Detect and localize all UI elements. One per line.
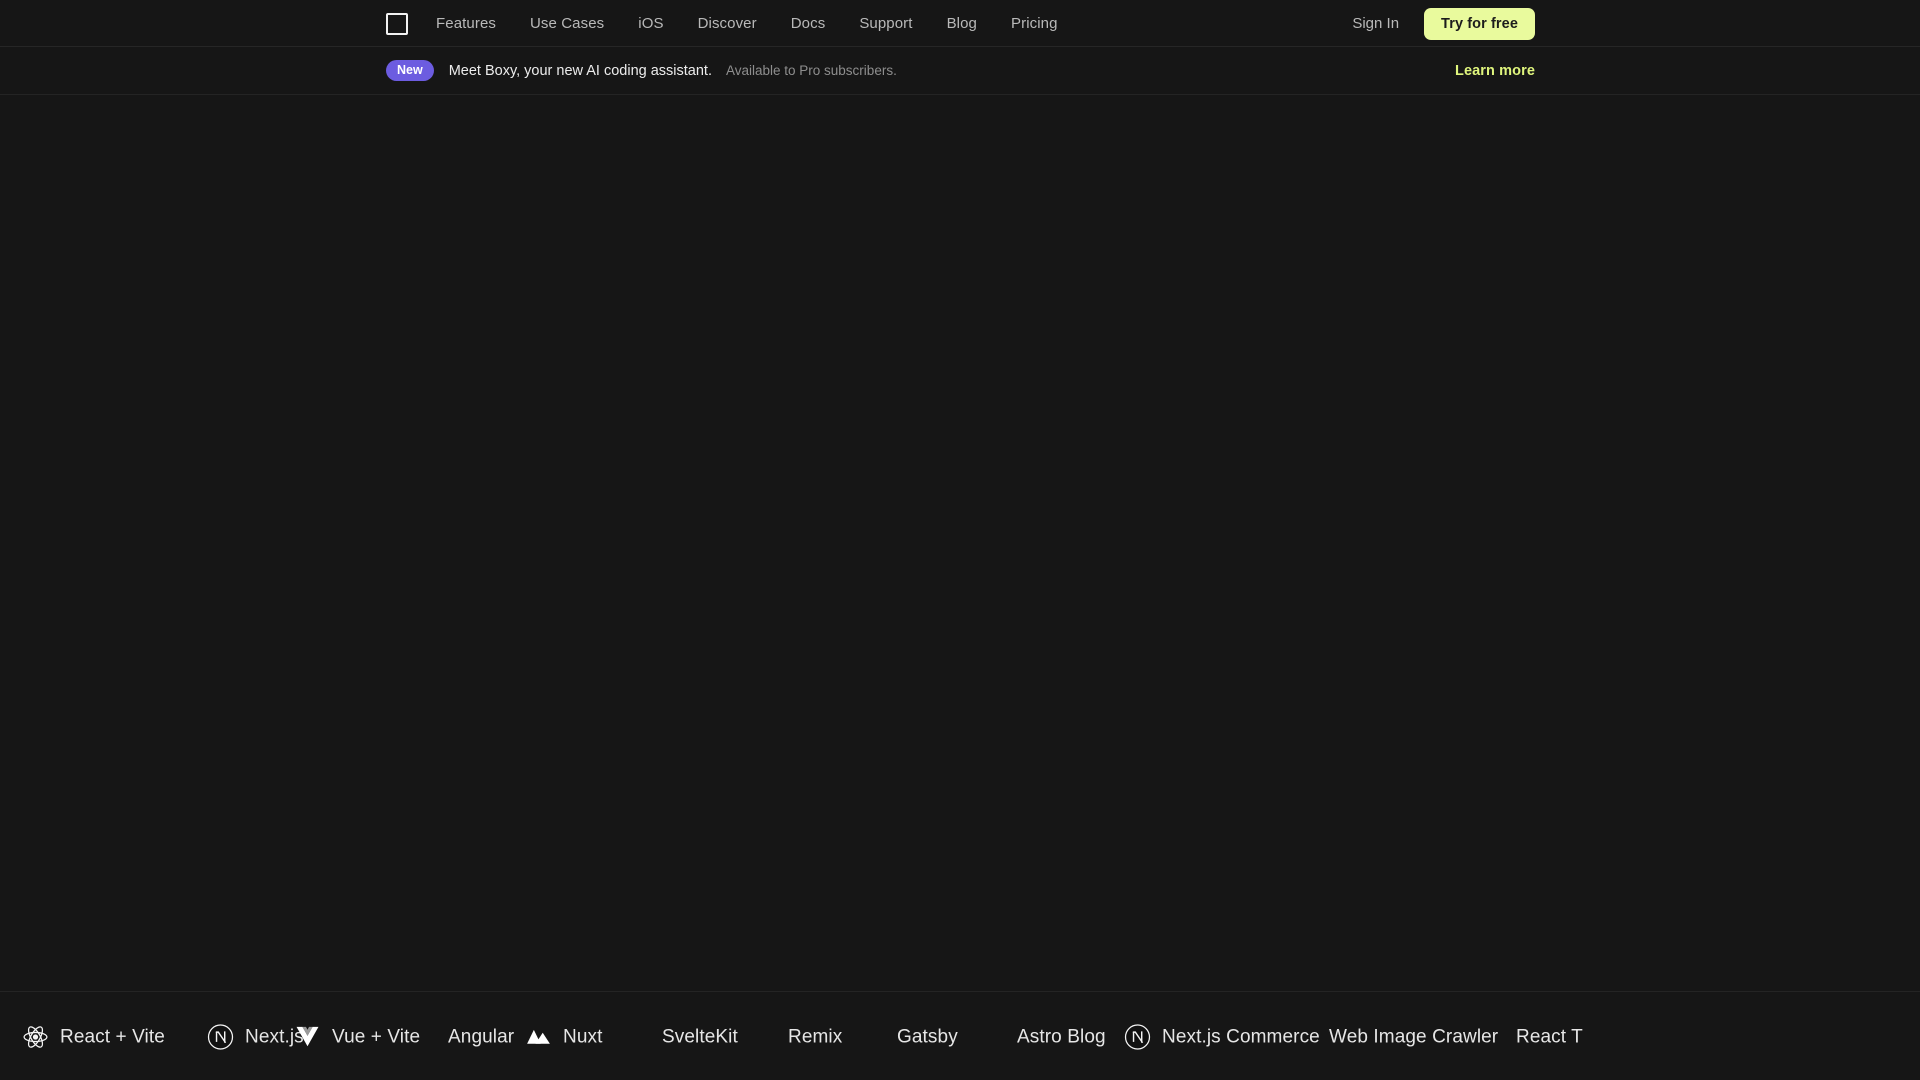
page-root: Features Use Cases iOS Discover Docs Sup… — [0, 0, 1920, 1080]
nextjs-circle-n-icon — [1124, 1023, 1151, 1050]
template-logo-label: Astro Blog — [1017, 1026, 1106, 1047]
template-logo-item-gatsby[interactable]: Gatsby — [897, 1023, 958, 1050]
try-for-free-button[interactable]: Try for free — [1424, 7, 1535, 40]
banner-sub-message: Available to Pro subscribers. — [725, 63, 897, 78]
sign-in-link[interactable]: Sign In — [1352, 15, 1399, 32]
react-atom-icon — [22, 1023, 49, 1050]
template-logo-item-sveltekit[interactable]: SvelteKit — [662, 1023, 738, 1050]
main-content-stage — [0, 96, 1920, 991]
template-logo-item-astro-blog[interactable]: Astro Blog — [1017, 1023, 1106, 1050]
template-logo-label: Remix — [788, 1026, 843, 1047]
banner-message: Meet Boxy, your new AI coding assistant. — [448, 62, 712, 79]
nav-item-use-cases[interactable]: Use Cases — [513, 16, 621, 31]
template-logo-item-react-t-clipped[interactable]: React T — [1516, 1023, 1583, 1050]
template-logo-label: Next.js Commerce — [1162, 1026, 1320, 1047]
template-logo-label: React + Vite — [60, 1026, 165, 1047]
template-logo-item-nextjs[interactable]: Next.js — [207, 1023, 304, 1050]
top-navigation-bar: Features Use Cases iOS Discover Docs Sup… — [0, 0, 1920, 47]
vue-chevron-icon — [294, 1023, 321, 1050]
nav-item-discover[interactable]: Discover — [681, 16, 774, 31]
nuxt-mountain-icon — [525, 1023, 552, 1050]
nextjs-circle-n-icon — [207, 1023, 234, 1050]
nav-links: Features Use Cases iOS Discover Docs Sup… — [436, 16, 1075, 31]
template-logo-item-vue-vite[interactable]: Vue + Vite — [294, 1023, 420, 1050]
nav-item-pricing[interactable]: Pricing — [994, 16, 1075, 31]
square-outline-logo-icon[interactable] — [386, 12, 408, 35]
learn-more-link[interactable]: Learn more — [1455, 47, 1535, 94]
nav-item-blog[interactable]: Blog — [930, 16, 994, 31]
nav-item-support[interactable]: Support — [842, 16, 929, 31]
announcement-banner: New Meet Boxy, your new AI coding assist… — [0, 47, 1920, 95]
template-logo-label: Nuxt — [563, 1026, 603, 1047]
nav-item-features[interactable]: Features — [436, 16, 513, 31]
template-logo-track[interactable]: React + Vite Next.js Vue + Vite Angular Nuxt… — [22, 992, 1920, 1080]
template-logo-item-nuxt[interactable]: Nuxt — [525, 1023, 602, 1050]
template-logo-item-remix[interactable]: Remix — [788, 1023, 842, 1050]
nav-right-group: Sign In Try for free — [1352, 0, 1535, 47]
template-logo-strip: React + Vite Next.js Vue + Vite Angular Nuxt… — [0, 991, 1920, 1080]
template-logo-label: Vue + Vite — [332, 1026, 421, 1047]
template-logo-label: Angular — [448, 1026, 515, 1047]
template-logo-label: SvelteKit — [662, 1026, 738, 1047]
template-logo-label: Web Image Crawler — [1329, 1026, 1499, 1047]
template-logo-item-web-image-crawler[interactable]: Web Image Crawler — [1329, 1023, 1498, 1050]
template-logo-label: Gatsby — [897, 1026, 958, 1047]
nav-item-docs[interactable]: Docs — [774, 16, 843, 31]
template-logo-item-nextjs-commerce[interactable]: Next.js Commerce — [1124, 1023, 1320, 1050]
nav-left-group: Features Use Cases iOS Discover Docs Sup… — [386, 0, 1075, 47]
template-logo-item-react-vite[interactable]: React + Vite — [22, 1023, 165, 1050]
nav-item-ios[interactable]: iOS — [621, 16, 680, 31]
template-logo-label: React T — [1516, 1026, 1583, 1047]
banner-content: New Meet Boxy, your new AI coding assist… — [386, 47, 897, 94]
template-logo-item-angular[interactable]: Angular — [448, 1023, 514, 1050]
status-badge-new: New — [386, 60, 434, 81]
